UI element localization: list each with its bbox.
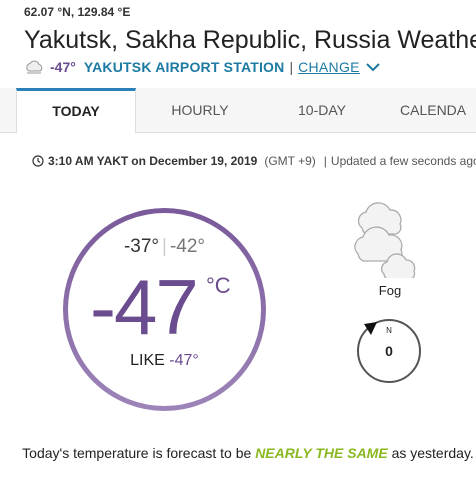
low-temp: -42° [169, 236, 206, 257]
separator: | [323, 154, 327, 168]
temperature-dial: -37° | -42° -47 °C LIKE -47° [62, 207, 267, 412]
wind-direction: N [386, 326, 392, 335]
feels-like-value: -47° [169, 352, 199, 369]
current-temperature: -47 [90, 263, 199, 351]
observation-date: on December 19, 2019 [131, 154, 258, 168]
wind-speed: 0 [385, 343, 393, 359]
condition-label: Fog [378, 283, 402, 298]
current-temp-small: -47° [50, 59, 76, 75]
tab-hourly[interactable]: HOURLY [140, 88, 260, 132]
tabs: TODAY HOURLY 10-DAY CALENDA [0, 88, 476, 133]
updated-text: Updated a few seconds ago [330, 154, 476, 168]
chevron-down-icon[interactable] [365, 61, 381, 73]
forecast-summary: Today's temperature is forecast to be NE… [20, 441, 476, 465]
separator: | [289, 59, 294, 75]
station-name: YAKUTSK AIRPORT STATION [83, 59, 285, 75]
page-title: Yakutsk, Sakha Republic, Russia Weather [24, 26, 476, 54]
tab-calendar[interactable]: CALENDA [400, 88, 476, 132]
high-temp: -37° [123, 236, 160, 257]
observation-time: 3:10 AM YAKT on December 19, 2019 (GMT +… [32, 154, 476, 168]
forecast-suffix: as yesterday. [391, 445, 474, 461]
forecast-highlight: NEARLY THE SAME [255, 445, 388, 461]
temperature-unit[interactable]: °C [206, 273, 231, 299]
fog-cloud-icon [26, 60, 43, 74]
fog-icon [354, 202, 416, 278]
station-bar: -47° YAKUTSK AIRPORT STATION | CHANGE [24, 58, 381, 76]
tab-10-day[interactable]: 10-DAY [262, 88, 382, 132]
clock-icon [32, 155, 44, 167]
change-location-link[interactable]: CHANGE [298, 59, 360, 75]
high-low: -37° | -42° [62, 236, 267, 258]
forecast-prefix: Today's temperature is forecast to be [22, 445, 252, 461]
observation-clock: 3:10 AM YAKT [48, 154, 129, 168]
gmt-offset: (GMT +9) [264, 154, 316, 168]
coordinates: 62.07 °N, 129.84 °E [24, 5, 131, 19]
separator: | [162, 236, 167, 257]
feels-like-label: LIKE [130, 352, 165, 369]
feels-like: LIKE -47° [62, 352, 267, 370]
tab-today[interactable]: TODAY [16, 88, 136, 133]
